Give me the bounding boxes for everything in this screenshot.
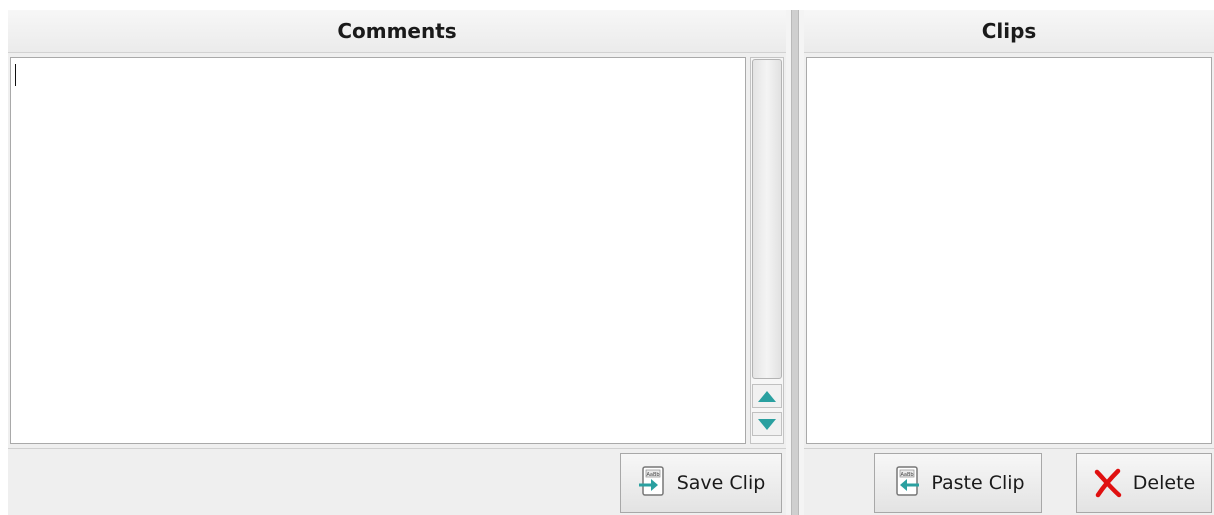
splitter-bar (791, 10, 799, 515)
save-clip-label: Save Clip (676, 472, 766, 494)
triangle-down-icon (758, 418, 776, 430)
red-x-icon (1093, 468, 1123, 498)
comments-scrollbar[interactable] (750, 57, 784, 444)
comments-text-area[interactable] (10, 57, 746, 444)
svg-text:AaBb: AaBb (646, 472, 659, 478)
save-clip-button[interactable]: AaBb Save Clip (620, 453, 782, 513)
clip-paste-icon: AaBb (891, 466, 921, 500)
clip-save-icon: AaBb (637, 466, 667, 500)
svg-text:AaBb: AaBb (901, 472, 914, 478)
footer-divider (804, 448, 1214, 449)
paste-clip-button[interactable]: AaBb Paste Clip (874, 453, 1042, 513)
scroll-down-button[interactable] (752, 412, 782, 436)
clips-header: Clips (804, 10, 1214, 53)
delete-button[interactable]: Delete (1076, 453, 1212, 513)
panel-splitter[interactable] (786, 10, 804, 515)
triangle-up-icon (758, 390, 776, 402)
scroll-up-button[interactable] (752, 384, 782, 408)
app-root: Comments AaBb Save Clip Clips AaBb Paste… (8, 10, 1214, 515)
clips-panel: Clips AaBb Paste Clip Delete (804, 10, 1214, 515)
clips-list[interactable] (806, 57, 1212, 444)
paste-clip-label: Paste Clip (931, 472, 1025, 494)
comments-panel: Comments AaBb Save Clip (8, 10, 786, 515)
text-caret (15, 64, 16, 86)
scrollbar-thumb[interactable] (752, 59, 782, 379)
comments-header: Comments (8, 10, 786, 53)
footer-divider (8, 448, 786, 449)
delete-label: Delete (1132, 472, 1196, 494)
